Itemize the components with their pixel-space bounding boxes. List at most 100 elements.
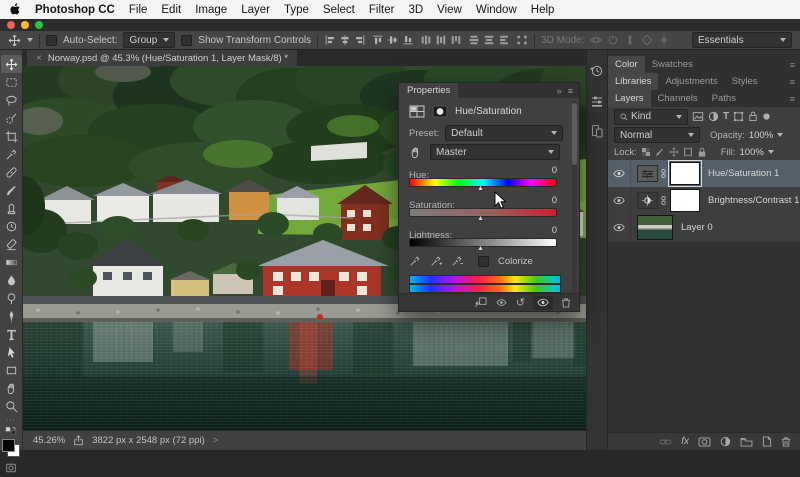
mask-link-icon[interactable] — [661, 195, 666, 206]
panel-menu-icon[interactable]: ≡ — [790, 90, 800, 107]
layer-image-thumbnail[interactable] — [637, 215, 673, 240]
auto-select-checkbox[interactable] — [46, 35, 57, 46]
clip-to-layer-icon[interactable] — [475, 297, 487, 308]
eraser-tool[interactable] — [1, 235, 22, 253]
type-tool[interactable] — [1, 325, 22, 343]
eyedropper-subtract-icon[interactable] — [451, 255, 463, 267]
filter-shape-icon[interactable] — [733, 111, 744, 122]
layer-row-layer0[interactable]: Layer 0 — [608, 214, 800, 242]
move-tool-icon[interactable] — [8, 34, 21, 47]
lock-position-icon[interactable] — [669, 147, 679, 157]
pen-tool[interactable] — [1, 307, 22, 325]
filter-image-icon[interactable] — [692, 111, 704, 122]
align-bottom-edges-icon[interactable] — [402, 34, 414, 46]
zoom-tool[interactable] — [1, 397, 22, 415]
mask-link-icon[interactable] — [661, 168, 666, 179]
menu-layer[interactable]: Layer — [241, 4, 270, 16]
panel-menu-icon[interactable]: ≡ — [568, 86, 573, 96]
tab-layers[interactable]: Layers — [608, 90, 651, 107]
colorize-checkbox[interactable] — [478, 256, 489, 267]
eyedropper-add-icon[interactable] — [430, 255, 442, 267]
history-brush-tool[interactable] — [1, 217, 22, 235]
zoom-window-button[interactable] — [35, 21, 43, 29]
properties-scrollbar-thumb[interactable] — [572, 103, 577, 165]
show-transform-checkbox[interactable] — [181, 35, 192, 46]
zoom-level-field[interactable]: 45.26% — [33, 435, 65, 446]
fill-value[interactable]: 100% — [740, 147, 764, 158]
reset-adjustment-icon[interactable]: ↺ — [516, 296, 525, 309]
toggle-visibility-eye-button[interactable] — [533, 296, 553, 310]
new-group-icon[interactable] — [740, 437, 753, 447]
panel-menu-icon[interactable]: ≡ — [790, 73, 800, 90]
new-adjustment-layer-icon[interactable] — [720, 436, 731, 447]
hue-value[interactable]: 0 — [552, 165, 557, 176]
layer-row-hue-saturation[interactable]: Hue/Saturation 1 — [608, 160, 800, 188]
apple-menu-icon[interactable] — [10, 3, 21, 16]
clone-stamp-tool[interactable] — [1, 199, 22, 217]
align-vertical-centers-icon[interactable] — [387, 34, 399, 46]
foreground-background-swatches[interactable] — [2, 439, 20, 457]
lasso-tool[interactable] — [1, 91, 22, 109]
menu-select[interactable]: Select — [323, 4, 355, 16]
opacity-caret[interactable] — [777, 133, 783, 137]
hand-tool[interactable] — [1, 379, 22, 397]
blend-mode-dropdown[interactable]: Normal — [614, 127, 700, 143]
view-previous-state-icon[interactable] — [495, 298, 508, 307]
layer-visibility-eye-icon[interactable] — [608, 214, 631, 241]
align-right-edges-icon[interactable] — [354, 34, 366, 46]
delete-layer-icon[interactable] — [781, 436, 791, 447]
link-layers-icon[interactable] — [659, 438, 672, 446]
auto-select-target-dropdown[interactable]: Group — [123, 32, 175, 48]
menu-view[interactable]: View — [437, 4, 462, 16]
rectangle-tool[interactable] — [1, 361, 22, 379]
dodge-tool[interactable] — [1, 289, 22, 307]
history-panel-icon[interactable] — [590, 64, 604, 78]
distribute-top-edges-icon[interactable] — [420, 34, 432, 46]
status-chevron-icon[interactable]: > — [213, 435, 219, 446]
layer-name[interactable]: Hue/Saturation 1 — [708, 168, 779, 179]
lock-transparency-icon[interactable] — [641, 147, 651, 157]
menu-app-name[interactable]: Photoshop CC — [35, 4, 115, 16]
minimize-window-button[interactable] — [21, 21, 29, 29]
filter-smart-object-icon[interactable] — [748, 111, 758, 122]
lock-artboard-icon[interactable] — [683, 147, 693, 157]
healing-brush-tool[interactable] — [1, 163, 22, 181]
filter-adjustment-icon[interactable] — [708, 111, 719, 122]
fill-caret[interactable] — [768, 150, 774, 154]
menu-edit[interactable]: Edit — [161, 4, 181, 16]
workspace-switcher[interactable]: Essentials — [692, 32, 792, 48]
document-tab[interactable]: × Norway.psd @ 45.3% (Hue/Saturation 1, … — [27, 50, 297, 66]
saturation-value[interactable]: 0 — [552, 195, 557, 206]
channel-dropdown[interactable]: Master — [430, 144, 560, 160]
opacity-value[interactable]: 100% — [749, 130, 773, 141]
swap-colors-icon[interactable] — [5, 426, 17, 436]
layer-filter-dropdown[interactable]: Kind — [614, 109, 688, 125]
layer-name[interactable]: Brightness/Contrast 1 — [708, 195, 799, 206]
tab-channels[interactable]: Channels — [651, 90, 705, 107]
brush-tool[interactable] — [1, 181, 22, 199]
tab-libraries[interactable]: Libraries — [608, 73, 658, 90]
on-image-adjustment-hand-icon[interactable] — [409, 146, 422, 159]
align-top-edges-icon[interactable] — [372, 34, 384, 46]
menu-type[interactable]: Type — [284, 4, 309, 16]
layer-name[interactable]: Layer 0 — [681, 222, 713, 233]
lightness-value[interactable]: 0 — [552, 225, 557, 236]
brightness-contrast-adjustment-icon[interactable] — [637, 192, 658, 209]
eyedropper-tool[interactable] — [1, 145, 22, 163]
layer-mask-thumbnail[interactable] — [670, 162, 700, 185]
lock-pixels-icon[interactable] — [655, 147, 665, 157]
hue-saturation-adjustment-icon[interactable] — [637, 165, 658, 182]
add-layer-mask-icon[interactable] — [698, 437, 711, 447]
distribute-horizontal-centers-icon[interactable] — [483, 34, 495, 46]
distribute-bottom-edges-icon[interactable] — [450, 34, 462, 46]
distribute-right-edges-icon[interactable] — [498, 34, 510, 46]
layer-mask-thumbnail[interactable] — [670, 189, 700, 212]
filter-toggle-icon[interactable] — [762, 112, 771, 121]
tool-preset-caret[interactable] — [27, 38, 33, 42]
marquee-tool[interactable] — [1, 73, 22, 91]
tab-paths[interactable]: Paths — [705, 90, 743, 107]
tab-properties[interactable]: Properties — [399, 83, 458, 98]
align-horizontal-centers-icon[interactable] — [339, 34, 351, 46]
layer-style-fx-icon[interactable]: fx — [681, 436, 689, 447]
tab-styles[interactable]: Styles — [725, 73, 765, 90]
